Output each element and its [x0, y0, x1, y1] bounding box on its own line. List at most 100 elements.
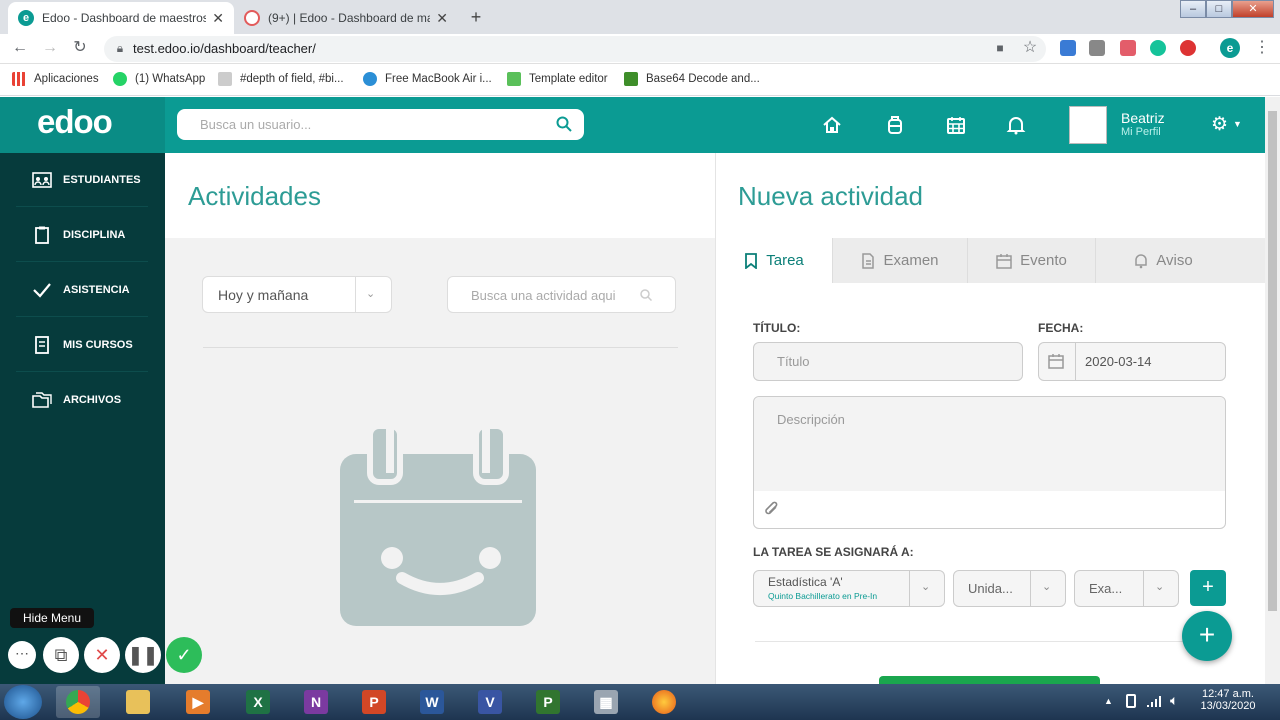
chevron-down-icon[interactable]: ⌄ — [1042, 580, 1051, 593]
forward-icon[interactable]: → — [40, 38, 60, 58]
home-icon[interactable] — [821, 114, 843, 136]
start-button[interactable] — [4, 685, 42, 719]
reload-icon[interactable]: ↻ — [70, 38, 90, 58]
browser-tab-active[interactable]: e Edoo - Dashboard de maestros ✕ — [8, 2, 234, 34]
chevron-down-icon[interactable]: ⌄ — [1155, 580, 1164, 593]
profile-avatar-icon[interactable]: e — [1220, 38, 1240, 58]
bookmark-apps[interactable]: Aplicaciones — [12, 72, 99, 86]
close-window-button[interactable]: ✕ — [1232, 0, 1274, 18]
taskbar-project[interactable]: P — [526, 686, 570, 718]
url-text[interactable]: test.edoo.io/dashboard/teacher/ — [133, 41, 316, 56]
sidebar-item-asistencia[interactable]: ASISTENCIA — [16, 263, 148, 317]
menu-kebab-icon[interactable]: ⋮ — [1252, 38, 1272, 58]
user-search-placeholder: Busca un usuario... — [200, 117, 312, 132]
more-options-button[interactable]: ⋯ — [8, 641, 36, 669]
tab-title: (9+) | Edoo - Dashboard de maestros — [268, 11, 431, 25]
battery-icon[interactable] — [1126, 694, 1136, 708]
my-profile-link[interactable]: Mi Perfil — [1121, 126, 1161, 138]
search-icon[interactable] — [640, 289, 652, 301]
empty-calendar-icon — [340, 424, 536, 626]
new-tab-button[interactable]: + — [464, 6, 488, 28]
pause-recording-button[interactable]: ❚❚ — [125, 637, 161, 673]
taskbar-powerpoint[interactable]: P — [352, 686, 396, 718]
taskbar-chrome[interactable] — [56, 686, 100, 718]
tab-label: Examen — [883, 252, 939, 269]
extension-icon[interactable] — [1180, 40, 1196, 56]
bookmark-label: Base64 Decode and... — [646, 73, 760, 85]
finish-recording-button[interactable]: ✓ — [166, 637, 202, 673]
taskbar-media[interactable]: ▶ — [176, 686, 220, 718]
tab-label: Evento — [1020, 252, 1067, 269]
bookmark-base64[interactable]: Base64 Decode and... — [624, 72, 760, 86]
extension-icon[interactable] — [1060, 40, 1076, 56]
show-hidden-icons[interactable]: ▲ — [1104, 696, 1113, 706]
bookmark-macbook[interactable]: Free MacBook Air i... — [363, 72, 492, 86]
screenshot-extension-icon[interactable] — [1089, 40, 1105, 56]
taskbar-visio[interactable]: V — [468, 686, 512, 718]
chevron-down-icon[interactable]: ▼ — [1233, 119, 1242, 129]
taskbar-excel[interactable]: X — [236, 686, 280, 718]
webcam-toggle-button[interactable]: ⧉ — [43, 637, 79, 673]
taskbar-explorer[interactable] — [116, 686, 160, 718]
check-icon — [33, 282, 51, 298]
sidebar-item-archivos[interactable]: ARCHIVOS — [16, 373, 148, 427]
tab-examen[interactable]: Examen — [833, 238, 968, 283]
taskbar-calculator[interactable]: ▦ — [584, 686, 628, 718]
user-name[interactable]: Beatriz — [1121, 110, 1165, 126]
minimize-button[interactable]: – — [1180, 0, 1206, 18]
avatar[interactable] — [1069, 106, 1107, 144]
bookmark-depth[interactable]: #depth of field, #bi... — [218, 72, 344, 86]
paperclip-icon[interactable] — [764, 501, 780, 519]
edoo-favicon-icon — [244, 10, 260, 26]
browser-tab[interactable]: (9+) | Edoo - Dashboard de maestros ✕ — [234, 2, 458, 34]
scrollbar[interactable] — [1265, 97, 1280, 684]
close-tab-icon[interactable]: ✕ — [436, 10, 448, 27]
tab-aviso[interactable]: Aviso — [1096, 238, 1231, 283]
sidebar-item-mis-cursos[interactable]: MIS CURSOS — [16, 318, 148, 372]
sidebar-item-disciplina[interactable]: DISCIPLINA — [16, 208, 148, 262]
close-tab-icon[interactable]: ✕ — [212, 10, 224, 27]
calendar-icon[interactable] — [1048, 353, 1064, 369]
bell-icon[interactable] — [1005, 114, 1027, 136]
camera-blocked-icon[interactable]: ■ — [990, 38, 1010, 58]
powerpoint-icon: P — [362, 690, 386, 714]
taskbar-clock[interactable]: 12:47 a.m. 13/03/2020 — [1196, 688, 1260, 712]
sidebar-item-label: MIS CURSOS — [63, 338, 133, 351]
floating-add-button[interactable]: + — [1182, 611, 1232, 661]
bookmark-template-editor[interactable]: Template editor — [507, 72, 608, 86]
select-divider — [355, 277, 356, 312]
bookmark-whatsapp[interactable]: (1) WhatsApp — [113, 72, 205, 86]
grammarly-icon[interactable] — [1150, 40, 1166, 56]
date-value: 2020-03-14 — [1085, 354, 1152, 369]
taskbar-word[interactable]: W — [410, 686, 454, 718]
tab-evento[interactable]: Evento — [968, 238, 1096, 283]
signal-icon[interactable] — [1146, 694, 1162, 708]
title-placeholder: Título — [777, 354, 810, 369]
hide-menu-tooltip[interactable]: Hide Menu — [10, 608, 95, 628]
add-assignment-button[interactable]: + — [1190, 570, 1226, 606]
cancel-recording-button[interactable]: ✕ — [84, 637, 120, 673]
volume-icon[interactable]: 🔈︎ — [1170, 692, 1178, 709]
backpack-icon[interactable] — [884, 114, 906, 136]
taskbar-onenote[interactable]: N — [294, 686, 338, 718]
submit-button[interactable] — [879, 676, 1100, 684]
star-icon[interactable]: ☆ — [1020, 38, 1040, 58]
bell-icon — [1135, 253, 1148, 268]
gear-icon[interactable]: ⚙︎ — [1211, 113, 1228, 136]
taskbar-firefox[interactable] — [642, 686, 686, 718]
sidebar-item-label: DISCIPLINA — [63, 228, 126, 241]
sidebar-item-estudiantes[interactable]: ESTUDIANTES — [16, 153, 148, 207]
scrollbar-thumb[interactable] — [1268, 111, 1277, 611]
bookmark-site-icon — [507, 72, 521, 86]
edoo-logo[interactable]: edoo — [37, 103, 113, 141]
back-icon[interactable]: ← — [10, 38, 30, 58]
chevron-down-icon[interactable]: ⌄ — [366, 287, 375, 300]
calendar-icon[interactable] — [945, 114, 967, 136]
exam-value: Exa... — [1089, 581, 1123, 596]
bookmark-label: Template editor — [529, 73, 608, 85]
extension-icon[interactable] — [1120, 40, 1136, 56]
tab-tarea[interactable]: Tarea — [716, 238, 833, 283]
maximize-button[interactable]: □ — [1206, 0, 1232, 18]
search-icon[interactable] — [556, 116, 572, 132]
chevron-down-icon[interactable]: ⌄ — [921, 580, 930, 593]
